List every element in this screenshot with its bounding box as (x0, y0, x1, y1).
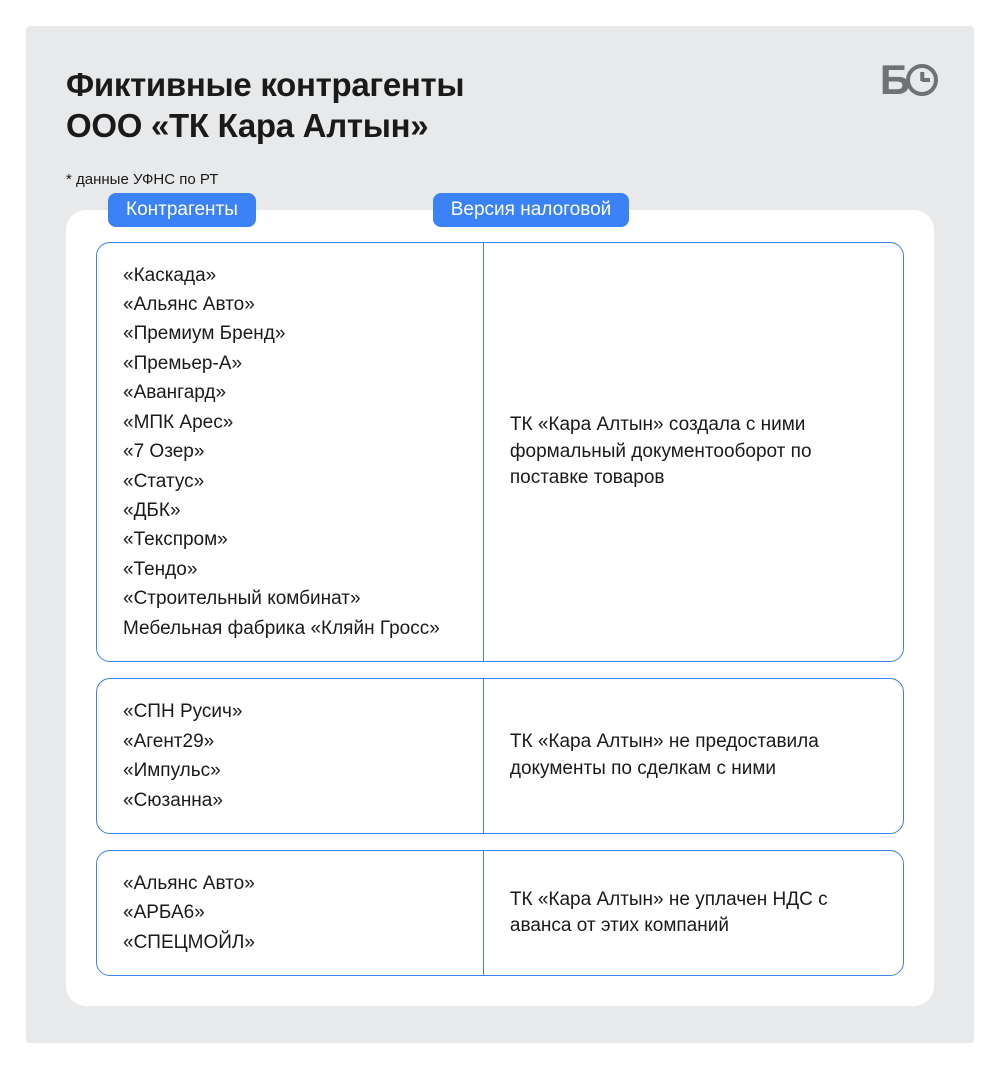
company-item: «7 Озер» (123, 437, 463, 466)
company-item: «МПК Арес» (123, 408, 463, 437)
tax-description-text: ТК «Кара Алтын» не уплачен НДС с аванса … (510, 887, 883, 940)
company-item: «Текспром» (123, 525, 463, 554)
company-item: «Сюзанна» (123, 786, 463, 815)
company-item: «ДБК» (123, 496, 463, 525)
section-row: «Каскада»«Альянс Авто»«Премиум Бренд»«Пр… (96, 242, 904, 663)
tax-description-text: ТК «Кара Алтын» не предоставила документ… (510, 729, 883, 782)
page-title: Фиктивные контрагенты ООО «ТК Кара Алтын… (66, 64, 934, 147)
contractors-list: «Альянс Авто»«АРБА6»«СПЕЦМОЙЛ» (97, 851, 484, 975)
company-item: «АРБА6» (123, 898, 463, 927)
company-item: «Статус» (123, 467, 463, 496)
company-item: «Каскада» (123, 261, 463, 290)
company-item: «СПЕЦМОЙЛ» (123, 928, 463, 957)
content-card: Контрагенты Версия налоговой «Каскада»«А… (66, 210, 934, 1007)
company-item: «Импульс» (123, 756, 463, 785)
contractors-list: «Каскада»«Альянс Авто»«Премиум Бренд»«Пр… (97, 243, 484, 662)
tax-description-cell: ТК «Кара Алтын» не предоставила документ… (484, 679, 903, 833)
company-item: «Тендо» (123, 555, 463, 584)
company-item: «Премиум Бренд» (123, 319, 463, 348)
header-tax-version: Версия налоговой (433, 193, 630, 227)
company-item: Мебельная фабрика «Кляйн Гросс» (123, 614, 463, 643)
header-contractors: Контрагенты (108, 193, 256, 227)
company-item: «Строительный комбинат» (123, 584, 463, 613)
section-row: «Альянс Авто»«АРБА6»«СПЕЦМОЙЛ» ТК «Кара А… (96, 850, 904, 976)
company-item: «Альянс Авто» (123, 869, 463, 898)
company-item: «Альянс Авто» (123, 290, 463, 319)
section-row: «СПН Русич»«Агент29»«Импульс»«Сюзанна» ТК… (96, 678, 904, 834)
company-item: «Агент29» (123, 727, 463, 756)
logo-letter: Б (880, 56, 908, 104)
source-note: * данные УФНС по РТ (66, 171, 934, 188)
clock-icon (906, 64, 938, 96)
tax-description-cell: ТК «Кара Алтын» не уплачен НДС с аванса … (484, 851, 903, 975)
tax-description-text: ТК «Кара Алтын» создала с ними формальны… (510, 412, 883, 492)
tax-description-cell: ТК «Кара Алтын» создала с ними формальны… (484, 243, 903, 662)
company-item: «СПН Русич» (123, 697, 463, 726)
title-line-1: Фиктивные контрагенты (66, 66, 464, 103)
title-line-2: ООО «ТК Кара Алтын» (66, 107, 428, 144)
column-headers: Контрагенты Версия налоговой (96, 193, 904, 227)
contractors-list: «СПН Русич»«Агент29»«Импульс»«Сюзанна» (97, 679, 484, 833)
company-item: «Авангард» (123, 378, 463, 407)
brand-logo: Б (880, 56, 938, 104)
company-item: «Премьер-А» (123, 349, 463, 378)
infographic-container: Б Фиктивные контрагенты ООО «ТК Кара Алт… (26, 26, 974, 1043)
